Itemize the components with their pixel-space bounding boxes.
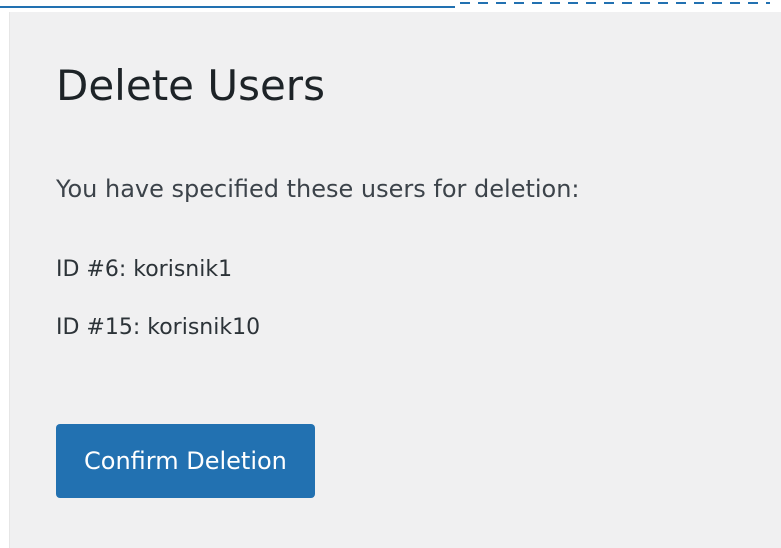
confirm-deletion-button[interactable]: Confirm Deletion [56,424,315,498]
top-clipped-link-strip [0,0,781,12]
delete-users-panel: Delete Users You have specified these us… [9,12,781,548]
deletion-intro-text: You have specified these users for delet… [56,175,580,203]
list-item: ID #15: korisnik10 [56,315,261,340]
top-link-fragment [0,0,455,8]
top-text-fragment [460,0,770,6]
list-item: ID #6: korisnik1 [56,257,233,282]
page-title: Delete Users [56,61,325,110]
user-deletion-list: ID #6: korisnik1 ID #15: korisnik10 [56,255,260,371]
